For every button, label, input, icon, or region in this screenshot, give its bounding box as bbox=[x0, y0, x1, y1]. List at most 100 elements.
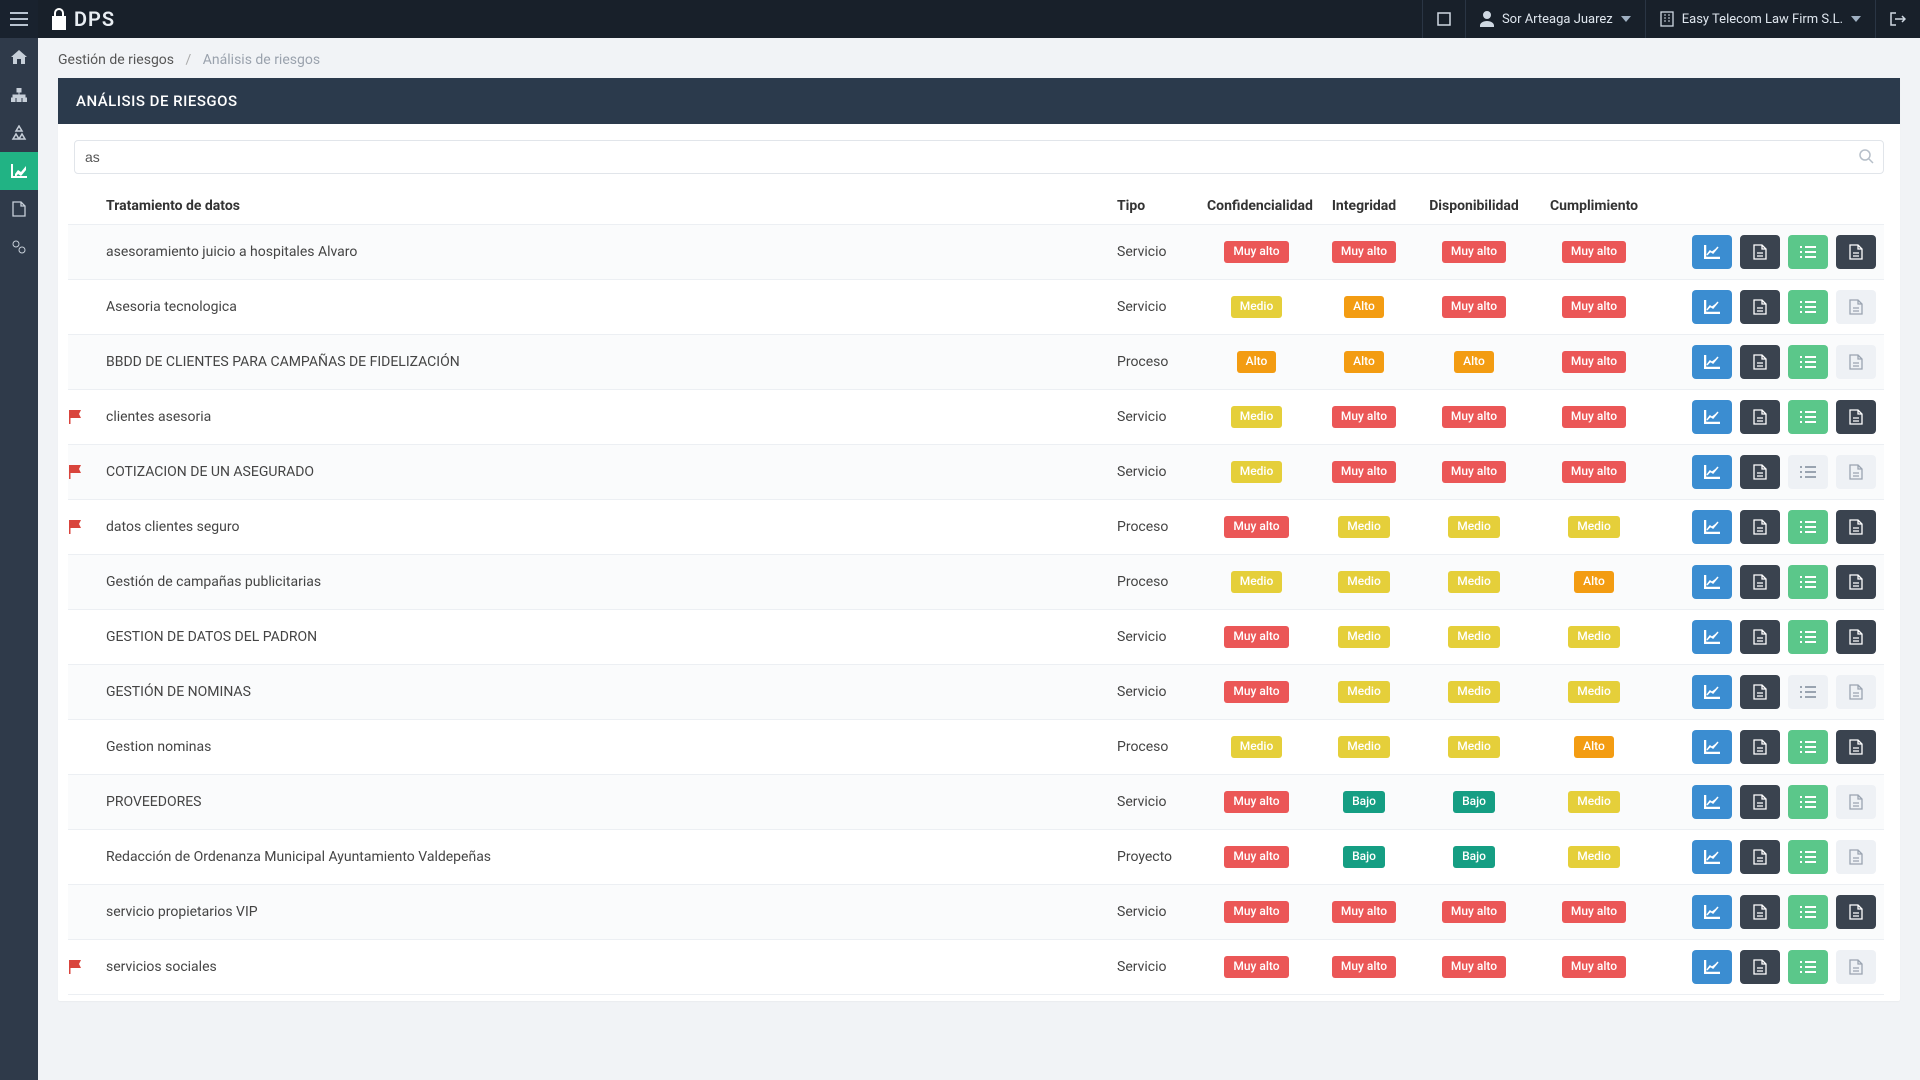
search-input[interactable] bbox=[74, 140, 1884, 174]
action-report[interactable] bbox=[1740, 675, 1780, 709]
action-list[interactable] bbox=[1788, 400, 1828, 434]
logout-button[interactable] bbox=[1875, 0, 1920, 38]
action-doc[interactable] bbox=[1836, 235, 1876, 269]
col-disp[interactable]: Disponibilidad bbox=[1414, 188, 1534, 225]
risk-table: Tratamiento de datos Tipo Confidencialid… bbox=[68, 188, 1884, 995]
action-doc[interactable] bbox=[1836, 510, 1876, 544]
action-list[interactable] bbox=[1788, 730, 1828, 764]
action-chart[interactable] bbox=[1692, 675, 1732, 709]
col-integ[interactable]: Integridad bbox=[1314, 188, 1414, 225]
action-chart-icon bbox=[1704, 520, 1720, 534]
action-chart[interactable] bbox=[1692, 290, 1732, 324]
flag-icon bbox=[68, 410, 98, 424]
action-list[interactable] bbox=[1788, 675, 1828, 709]
sidebar-settings[interactable] bbox=[0, 228, 38, 266]
row-type: Proceso bbox=[1109, 500, 1199, 555]
row-actions bbox=[1662, 675, 1876, 709]
action-list[interactable] bbox=[1788, 290, 1828, 324]
action-report[interactable] bbox=[1740, 620, 1780, 654]
action-list[interactable] bbox=[1788, 565, 1828, 599]
action-chart[interactable] bbox=[1692, 455, 1732, 489]
action-chart-icon bbox=[1704, 300, 1720, 314]
topbar-square-button[interactable] bbox=[1422, 0, 1465, 38]
row-actions bbox=[1662, 730, 1876, 764]
action-chart[interactable] bbox=[1692, 950, 1732, 984]
breadcrumb-current: Análisis de riesgos bbox=[203, 52, 320, 68]
action-chart[interactable] bbox=[1692, 895, 1732, 929]
action-doc[interactable] bbox=[1836, 455, 1876, 489]
action-list-icon bbox=[1800, 961, 1816, 973]
action-chart[interactable] bbox=[1692, 840, 1732, 874]
col-type[interactable]: Tipo bbox=[1109, 188, 1199, 225]
action-doc[interactable] bbox=[1836, 950, 1876, 984]
action-chart[interactable] bbox=[1692, 400, 1732, 434]
home-icon bbox=[11, 50, 27, 64]
action-doc[interactable] bbox=[1836, 565, 1876, 599]
col-name[interactable]: Tratamiento de datos bbox=[98, 188, 1109, 225]
action-doc[interactable] bbox=[1836, 840, 1876, 874]
action-report[interactable] bbox=[1740, 785, 1780, 819]
menu-toggle[interactable] bbox=[0, 0, 38, 38]
user-menu[interactable]: Sor Arteaga Juarez bbox=[1465, 0, 1645, 38]
action-report-icon bbox=[1753, 519, 1767, 535]
action-list[interactable] bbox=[1788, 840, 1828, 874]
action-report[interactable] bbox=[1740, 895, 1780, 929]
action-list[interactable] bbox=[1788, 455, 1828, 489]
action-doc[interactable] bbox=[1836, 290, 1876, 324]
col-conf[interactable]: Confidencialidad bbox=[1199, 188, 1314, 225]
sidebar-home[interactable] bbox=[0, 38, 38, 76]
action-doc[interactable] bbox=[1836, 400, 1876, 434]
action-chart[interactable] bbox=[1692, 730, 1732, 764]
action-report[interactable] bbox=[1740, 400, 1780, 434]
action-report[interactable] bbox=[1740, 950, 1780, 984]
action-report[interactable] bbox=[1740, 840, 1780, 874]
row-name: BBDD DE CLIENTES PARA CAMPAÑAS DE FIDELI… bbox=[98, 335, 1109, 390]
action-chart[interactable] bbox=[1692, 235, 1732, 269]
action-report[interactable] bbox=[1740, 565, 1780, 599]
building-icon bbox=[1660, 11, 1674, 27]
row-disp: Medio bbox=[1414, 665, 1534, 720]
action-doc[interactable] bbox=[1836, 895, 1876, 929]
action-report[interactable] bbox=[1740, 510, 1780, 544]
action-report[interactable] bbox=[1740, 235, 1780, 269]
row-type: Servicio bbox=[1109, 280, 1199, 335]
org-menu[interactable]: Easy Telecom Law Firm S.L. bbox=[1645, 0, 1875, 38]
sidebar-risk-analysis[interactable] bbox=[0, 152, 38, 190]
row-type: Servicio bbox=[1109, 885, 1199, 940]
action-list[interactable] bbox=[1788, 510, 1828, 544]
breadcrumb-root[interactable]: Gestión de riesgos bbox=[58, 52, 174, 68]
search-icon[interactable] bbox=[1858, 148, 1874, 164]
sidebar-org[interactable] bbox=[0, 76, 38, 114]
action-list[interactable] bbox=[1788, 895, 1828, 929]
action-report[interactable] bbox=[1740, 730, 1780, 764]
action-doc[interactable] bbox=[1836, 675, 1876, 709]
action-chart[interactable] bbox=[1692, 565, 1732, 599]
row-cumpl: Medio bbox=[1534, 610, 1654, 665]
action-list[interactable] bbox=[1788, 345, 1828, 379]
row-name: servicio propietarios VIP bbox=[98, 885, 1109, 940]
action-chart[interactable] bbox=[1692, 510, 1732, 544]
table-row: BBDD DE CLIENTES PARA CAMPAÑAS DE FIDELI… bbox=[68, 335, 1884, 390]
sidebar-documents[interactable] bbox=[0, 190, 38, 228]
action-doc[interactable] bbox=[1836, 730, 1876, 764]
row-conf: Muy alto bbox=[1199, 610, 1314, 665]
flag-icon bbox=[68, 960, 98, 974]
row-disp: Medio bbox=[1414, 555, 1534, 610]
action-list[interactable] bbox=[1788, 950, 1828, 984]
action-chart[interactable] bbox=[1692, 620, 1732, 654]
action-chart[interactable] bbox=[1692, 785, 1732, 819]
action-report[interactable] bbox=[1740, 455, 1780, 489]
col-cumpl[interactable]: Cumplimiento bbox=[1534, 188, 1654, 225]
action-list[interactable] bbox=[1788, 235, 1828, 269]
action-report[interactable] bbox=[1740, 345, 1780, 379]
action-chart[interactable] bbox=[1692, 345, 1732, 379]
action-list[interactable] bbox=[1788, 620, 1828, 654]
row-integ: Muy alto bbox=[1314, 225, 1414, 280]
action-list[interactable] bbox=[1788, 785, 1828, 819]
action-doc[interactable] bbox=[1836, 620, 1876, 654]
action-report[interactable] bbox=[1740, 290, 1780, 324]
sidebar-recycle[interactable] bbox=[0, 114, 38, 152]
action-doc[interactable] bbox=[1836, 345, 1876, 379]
row-conf: Alto bbox=[1199, 335, 1314, 390]
action-doc[interactable] bbox=[1836, 785, 1876, 819]
